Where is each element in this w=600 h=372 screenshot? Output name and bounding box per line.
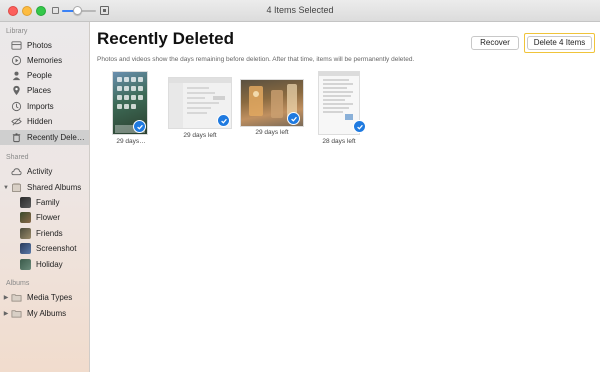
album-thumbnail-icon bbox=[20, 197, 31, 208]
library-section-label: Library bbox=[6, 28, 28, 35]
album-thumbnail-icon bbox=[20, 259, 31, 270]
sidebar-item-activity[interactable]: Activity bbox=[0, 164, 89, 179]
sidebar-item-my-albums[interactable]: ▶ My Albums bbox=[0, 306, 89, 321]
selected-check-icon[interactable] bbox=[217, 114, 230, 127]
days-left-label: 29 days… bbox=[116, 138, 146, 145]
sidebar-item-holiday[interactable]: Holiday bbox=[0, 257, 89, 272]
imports-icon bbox=[10, 101, 22, 113]
page-title: Recently Deleted bbox=[97, 29, 234, 48]
photo-tile[interactable]: 29 days… bbox=[111, 72, 151, 172]
sidebar-item-flower[interactable]: Flower bbox=[0, 210, 89, 225]
sidebar-item-label: Holiday bbox=[36, 260, 63, 269]
sidebar-item-label: Photos bbox=[27, 41, 52, 50]
main-content: Recently Deleted Recover Delete 4 Items … bbox=[91, 22, 600, 372]
sidebar-item-label: Memories bbox=[27, 56, 63, 65]
selected-check-icon[interactable] bbox=[287, 112, 300, 125]
folder-icon bbox=[10, 292, 22, 304]
sidebar-item-label: Family bbox=[36, 198, 60, 207]
selected-check-icon[interactable] bbox=[133, 120, 146, 133]
window-title: 4 Items Selected bbox=[266, 5, 334, 15]
photo-tile[interactable]: 29 days left bbox=[241, 72, 305, 172]
sidebar-item-memories[interactable]: Memories bbox=[0, 53, 89, 68]
sidebar-item-label: Media Types bbox=[27, 293, 73, 302]
sidebar-item-shared-albums[interactable]: ▼ Shared Albums bbox=[0, 180, 89, 195]
sidebar: Library Photos Memories People Places Im… bbox=[0, 22, 90, 372]
sidebar-item-label: Recently Dele… bbox=[27, 133, 85, 142]
photo-tile[interactable]: 28 days left bbox=[319, 72, 369, 172]
disclosure-right-icon[interactable]: ▶ bbox=[2, 310, 10, 317]
places-icon bbox=[10, 85, 22, 97]
people-icon bbox=[10, 70, 22, 82]
disclosure-right-icon[interactable]: ▶ bbox=[2, 294, 10, 301]
sidebar-item-label: Screenshot bbox=[36, 244, 77, 253]
memories-icon bbox=[10, 55, 22, 67]
sidebar-item-label: Activity bbox=[27, 167, 53, 176]
sidebar-item-friends[interactable]: Friends bbox=[0, 226, 89, 241]
sidebar-item-label: My Albums bbox=[27, 309, 67, 318]
sidebar-item-hidden[interactable]: Hidden bbox=[0, 114, 89, 129]
sidebar-item-recently-deleted[interactable]: Recently Dele… bbox=[0, 130, 89, 145]
sidebar-item-label: Places bbox=[27, 86, 52, 95]
sidebar-item-label: Imports bbox=[27, 102, 54, 111]
folder-icon bbox=[10, 308, 22, 320]
sidebar-item-family[interactable]: Family bbox=[0, 195, 89, 210]
sidebar-item-media-types[interactable]: ▶ Media Types bbox=[0, 290, 89, 305]
sidebar-item-people[interactable]: People bbox=[0, 68, 89, 83]
shared-albums-icon bbox=[10, 182, 22, 194]
sidebar-item-places[interactable]: Places bbox=[0, 83, 89, 98]
days-left-label: 29 days left bbox=[183, 132, 217, 139]
delete-items-button[interactable]: Delete 4 Items bbox=[527, 36, 592, 50]
disclosure-down-icon[interactable]: ▼ bbox=[2, 185, 10, 191]
album-thumbnail-icon bbox=[20, 212, 31, 223]
albums-section-label: Albums bbox=[6, 280, 30, 287]
recover-button[interactable]: Recover bbox=[471, 36, 519, 50]
sidebar-item-imports[interactable]: Imports bbox=[0, 99, 89, 114]
sidebar-item-label: Hidden bbox=[27, 117, 53, 126]
delete-button-highlight: Delete 4 Items bbox=[524, 33, 595, 53]
album-thumbnail-icon bbox=[20, 243, 31, 254]
sidebar-item-label: Shared Albums bbox=[27, 183, 82, 192]
sidebar-item-label: People bbox=[27, 71, 52, 80]
selected-check-icon[interactable] bbox=[353, 120, 366, 133]
album-thumbnail-icon bbox=[20, 228, 31, 239]
sidebar-item-label: Friends bbox=[36, 229, 63, 238]
title-bar: 4 Items Selected bbox=[0, 0, 600, 22]
sidebar-item-screenshot[interactable]: Screenshot bbox=[0, 241, 89, 256]
photo-tile[interactable]: 29 days left bbox=[169, 72, 233, 172]
days-left-label: 28 days left bbox=[322, 138, 356, 145]
shared-section-label: Shared bbox=[6, 154, 29, 161]
photos-icon bbox=[10, 40, 22, 52]
trash-icon bbox=[10, 132, 22, 144]
page-subtitle: Photos and videos show the days remainin… bbox=[97, 56, 415, 63]
cloud-icon bbox=[10, 166, 22, 178]
sidebar-item-photos[interactable]: Photos bbox=[0, 38, 89, 53]
hidden-icon bbox=[10, 116, 22, 128]
days-left-label: 29 days left bbox=[255, 129, 289, 136]
sidebar-item-label: Flower bbox=[36, 213, 61, 222]
